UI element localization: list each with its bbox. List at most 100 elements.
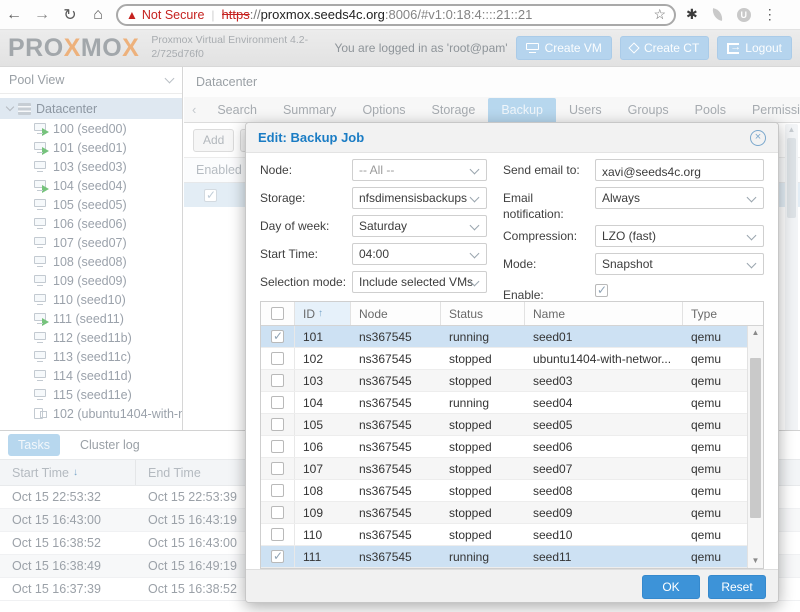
tree-item-vm-106[interactable]: 106 (seed06): [0, 214, 182, 233]
tab-options[interactable]: Options: [349, 98, 418, 122]
table-row[interactable]: 107ns367545stoppedseed07qemu: [261, 458, 747, 480]
bookmark-star-icon[interactable]: ☆: [653, 6, 666, 23]
send-email-input[interactable]: [595, 159, 764, 181]
ok-button[interactable]: OK: [642, 575, 700, 599]
table-row[interactable]: 101ns367545runningseed01qemu: [261, 326, 747, 348]
tree-item-vm-101[interactable]: 101 (seed01): [0, 138, 182, 157]
tab-backup[interactable]: Backup: [488, 98, 556, 122]
scrollbar-thumb[interactable]: [750, 358, 761, 518]
reset-button[interactable]: Reset: [708, 575, 766, 599]
row-checkbox[interactable]: [271, 330, 284, 343]
enable-checkbox[interactable]: [595, 284, 608, 297]
logout-button[interactable]: Logout: [717, 36, 792, 60]
tree-item-vm-100[interactable]: 100 (seed00): [0, 119, 182, 138]
tab-scroll-left-icon[interactable]: ‹: [184, 102, 204, 117]
tree-item-vm-105[interactable]: 105 (seed05): [0, 195, 182, 214]
tree-item-vm-114[interactable]: 114 (seed11d): [0, 366, 182, 385]
tree-item-vm-112[interactable]: 112 (seed11b): [0, 328, 182, 347]
storage-select[interactable]: nfsdimensisbackups: [352, 187, 487, 209]
status-column-header[interactable]: Status: [441, 302, 525, 325]
row-checkbox[interactable]: [271, 550, 284, 563]
address-bar[interactable]: ▲ Not Secure | https://proxmox.seeds4c.o…: [116, 4, 676, 26]
tree-item-vm-107[interactable]: 107 (seed07): [0, 233, 182, 252]
row-checkbox[interactable]: [271, 462, 284, 475]
id-column-header[interactable]: ID↑: [295, 302, 351, 325]
scroll-up-icon[interactable]: ▲: [785, 124, 798, 136]
security-warning-label[interactable]: Not Secure: [142, 8, 205, 22]
add-button[interactable]: Add: [193, 129, 234, 152]
create-ct-button[interactable]: Create CT: [620, 36, 709, 60]
row-checkbox[interactable]: [271, 418, 284, 431]
table-row[interactable]: 102ns367545stoppedubuntu1404-with-networ…: [261, 348, 747, 370]
tree-item-vm-108[interactable]: 108 (seed08): [0, 252, 182, 271]
selection-mode-select[interactable]: Include selected VMs: [352, 271, 487, 293]
type-column-header[interactable]: Type: [683, 302, 763, 325]
forward-icon[interactable]: →: [28, 6, 56, 24]
create-vm-button[interactable]: Create VM: [516, 36, 612, 60]
select-all-checkbox[interactable]: [271, 307, 284, 320]
table-row[interactable]: 104ns367545runningseed04qemu: [261, 392, 747, 414]
tree-item-vm-111[interactable]: 111 (seed11): [0, 309, 182, 328]
close-icon[interactable]: ×: [750, 130, 766, 146]
scroll-down-icon[interactable]: ▼: [748, 554, 763, 568]
day-of-week-select[interactable]: Saturday: [352, 215, 487, 237]
tab-permissions[interactable]: Permissions: [739, 98, 800, 122]
scroll-up-icon[interactable]: ▲: [748, 326, 763, 340]
row-checkbox[interactable]: [271, 440, 284, 453]
back-icon[interactable]: ←: [0, 6, 28, 24]
row-checkbox[interactable]: [271, 352, 284, 365]
expander-icon[interactable]: [6, 103, 14, 111]
tree-item-vm-104[interactable]: 104 (seed04): [0, 176, 182, 195]
enabled-checkbox[interactable]: [204, 189, 217, 202]
end-time-column-header[interactable]: End Time: [136, 466, 256, 480]
row-checkbox[interactable]: [271, 528, 284, 541]
node-column-header[interactable]: Node: [351, 302, 441, 325]
table-row[interactable]: 108ns367545stoppedseed08qemu: [261, 480, 747, 502]
tab-pools[interactable]: Pools: [682, 98, 739, 122]
tab-summary[interactable]: Summary: [270, 98, 349, 122]
table-row[interactable]: 103ns367545stoppedseed03qemu: [261, 370, 747, 392]
tree-item-vm-109[interactable]: 109 (seed09): [0, 271, 182, 290]
url-text[interactable]: https://proxmox.seeds4c.org:8006/#v1:0:1…: [222, 7, 648, 22]
node-select[interactable]: -- All --: [352, 159, 487, 181]
scrollbar-thumb[interactable]: [787, 138, 796, 218]
extension-icon-3[interactable]: U: [737, 8, 751, 22]
table-row[interactable]: 105ns367545stoppedseed05qemu: [261, 414, 747, 436]
tab-cluster-log[interactable]: Cluster log: [70, 434, 150, 456]
email-notification-select[interactable]: Always: [595, 187, 764, 209]
tree-item-vm-115[interactable]: 115 (seed11e): [0, 385, 182, 404]
tree-item-vm-113[interactable]: 113 (seed11c): [0, 347, 182, 366]
dialog-header[interactable]: Edit: Backup Job ×: [246, 123, 778, 153]
table-scrollbar[interactable]: ▲ ▼: [747, 326, 763, 568]
home-icon[interactable]: ⌂: [84, 6, 112, 24]
start-time-column-header[interactable]: Start Time↓: [0, 460, 136, 485]
tab-search[interactable]: Search: [204, 98, 270, 122]
row-checkbox[interactable]: [271, 396, 284, 409]
tree-item-datacenter[interactable]: Datacenter: [0, 98, 182, 119]
view-selector[interactable]: Pool View: [0, 67, 182, 94]
tab-storage[interactable]: Storage: [419, 98, 489, 122]
row-checkbox[interactable]: [271, 374, 284, 387]
extension-icon-1[interactable]: ✱: [686, 6, 698, 23]
compression-select[interactable]: LZO (fast): [595, 225, 764, 247]
tree-item-vm-103[interactable]: 103 (seed03): [0, 157, 182, 176]
reload-icon[interactable]: ↻: [56, 5, 84, 25]
row-checkbox[interactable]: [271, 484, 284, 497]
start-time-select[interactable]: 04:00: [352, 243, 487, 265]
table-row[interactable]: 106ns367545stoppedseed06qemu: [261, 436, 747, 458]
tab-users[interactable]: Users: [556, 98, 615, 122]
row-checkbox[interactable]: [271, 506, 284, 519]
tab-tasks[interactable]: Tasks: [8, 434, 60, 456]
extension-icon-2[interactable]: [711, 8, 724, 21]
browser-menu-icon[interactable]: ⋮: [763, 6, 777, 23]
warning-icon[interactable]: ▲: [126, 8, 138, 22]
table-row[interactable]: 110ns367545stoppedseed10qemu: [261, 524, 747, 546]
tree-item-vm-110[interactable]: 110 (seed10): [0, 290, 182, 309]
table-row[interactable]: 111ns367545runningseed11qemu: [261, 546, 747, 568]
tab-groups[interactable]: Groups: [615, 98, 682, 122]
name-column-header[interactable]: Name: [525, 302, 683, 325]
tree-item-vm-102[interactable]: 102 (ubuntu1404-with-ne: [0, 404, 182, 423]
table-row[interactable]: 109ns367545stoppedseed09qemu: [261, 502, 747, 524]
tree-item-label: 112 (seed11b): [53, 331, 132, 345]
mode-select[interactable]: Snapshot: [595, 253, 764, 275]
